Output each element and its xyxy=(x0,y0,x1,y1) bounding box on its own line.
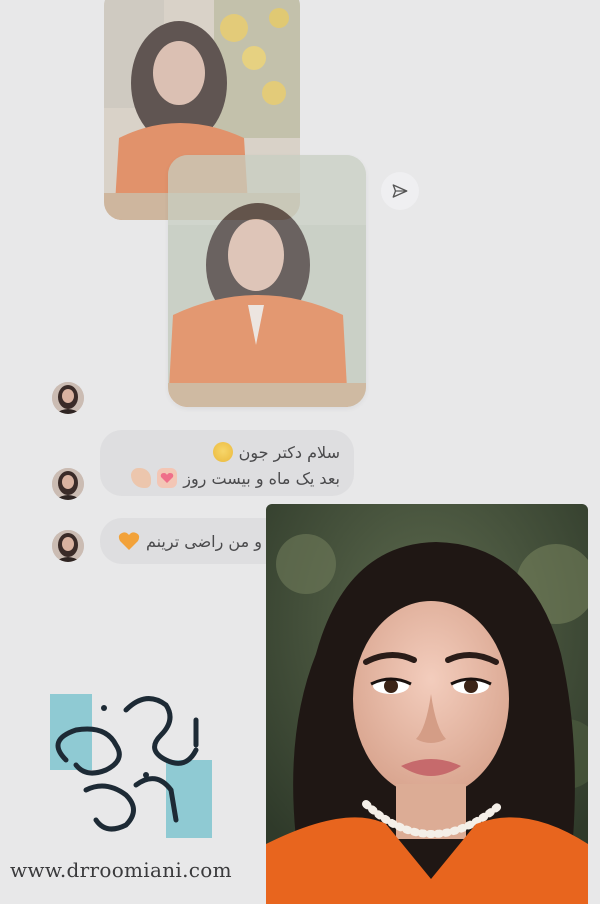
message-text-line: و من راضی ترینم xyxy=(145,531,262,551)
avatar[interactable] xyxy=(52,468,84,500)
avatar-image xyxy=(52,468,84,500)
clinic-logo xyxy=(46,690,216,840)
share-button[interactable] xyxy=(381,172,419,210)
avatar-image xyxy=(52,530,84,562)
paper-plane-icon xyxy=(392,184,408,198)
flexed-biceps-emoji-icon xyxy=(131,468,152,488)
avatar[interactable] xyxy=(52,382,84,414)
avatar[interactable] xyxy=(52,530,84,562)
heart-hands-emoji-icon xyxy=(157,468,178,488)
message-text-line: سلام دکتر جون xyxy=(238,442,340,462)
shared-photo-middle[interactable] xyxy=(168,155,366,407)
pleading-face-emoji-icon xyxy=(212,442,233,462)
photo-middle-image xyxy=(168,155,366,407)
message-text-line: بعد یک ماه و بیست روز xyxy=(183,468,340,488)
message-bubble[interactable]: سلام دکتر جون بعد یک ماه و بیست روز xyxy=(100,430,354,496)
orange-heart-emoji-icon xyxy=(118,531,140,551)
logo-image xyxy=(50,694,212,838)
website-url[interactable]: www.drroomiani.com xyxy=(10,858,232,882)
avatar-image xyxy=(52,382,84,414)
photo-large-image xyxy=(266,504,588,904)
shared-photo-large[interactable] xyxy=(266,504,588,904)
